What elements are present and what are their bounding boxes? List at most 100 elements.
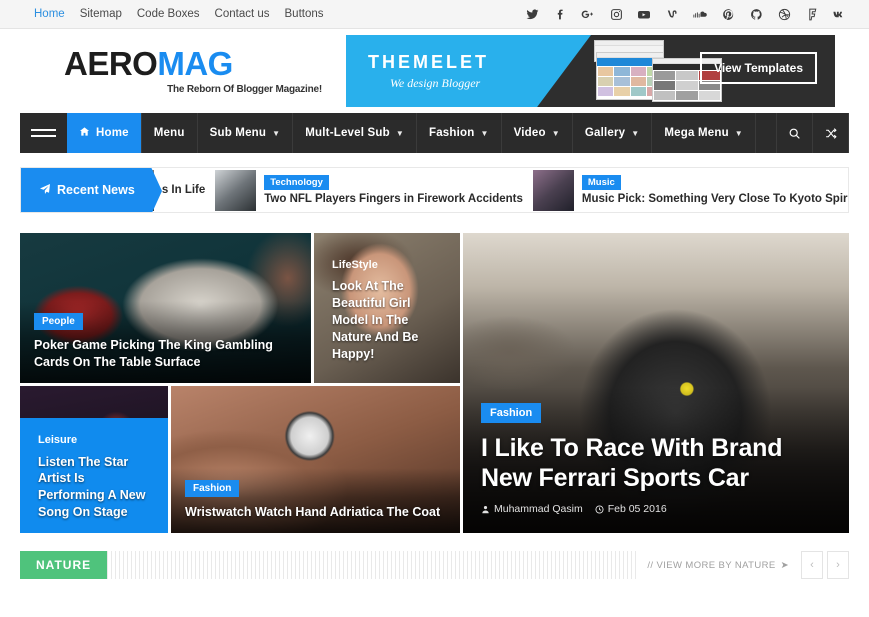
home-icon (79, 126, 90, 140)
nav-item-label: Gallery (584, 127, 626, 139)
vine-icon[interactable] (665, 7, 679, 21)
hamburger-icon[interactable] (20, 113, 67, 153)
logo-primary: AERO (64, 45, 158, 82)
post-title: I Like To Race With Brand New Ferrari Sp… (481, 434, 783, 492)
post-author: Muhammad Qasim (481, 503, 583, 515)
logo[interactable]: AEROMAG The Reborn Of Blogger Magazine! (34, 47, 324, 95)
search-icon[interactable] (777, 113, 813, 153)
nav-item-label: Video (513, 127, 546, 139)
dribbble-icon[interactable] (777, 7, 791, 21)
nav-item-label: Mult-Level Sub (305, 127, 390, 139)
section-header-nature: NATURE // VIEW MORE BY NATURE ➤ ‹ › (20, 551, 849, 579)
ticker-item[interactable]: Music Music Pick: Something Very Close T… (532, 168, 848, 212)
nav-item-label: Menu (153, 127, 185, 139)
chevron-down-icon: ▼ (734, 128, 743, 138)
ticker-label: Recent News (21, 168, 162, 212)
foursquare-icon[interactable] (805, 7, 819, 21)
youtube-icon[interactable] (637, 7, 651, 21)
post-category-badge: Leisure (38, 433, 78, 446)
nav-item-video[interactable]: Video ▼ (502, 113, 573, 153)
topnav-link-buttons[interactable]: Buttons (285, 8, 324, 20)
user-icon (482, 505, 489, 513)
logo-tagline: The Reborn Of Blogger Magazine! (167, 84, 322, 95)
facebook-icon[interactable] (553, 7, 567, 21)
nav-item-menu[interactable]: Menu (142, 113, 198, 153)
section-divider (107, 551, 640, 579)
paper-plane-icon (39, 183, 51, 198)
nav-item-label: Fashion (428, 127, 475, 139)
ticker-item-title: s In Life (161, 184, 206, 196)
section-badge: NATURE (20, 551, 108, 579)
nav-item-home[interactable]: Home (67, 113, 142, 153)
vk-icon[interactable] (833, 7, 847, 21)
nav-item-sub-menu[interactable]: Sub Menu ▼ (198, 113, 294, 153)
ticker-item-title: Two NFL Players Fingers in Firework Acci… (264, 193, 523, 205)
ticker-item-category: Technology (264, 175, 329, 190)
featured-posts-grid: People Poker Game Picking The King Gambl… (20, 233, 849, 533)
nav-item-label: Sub Menu (209, 127, 267, 139)
featured-left-column: People Poker Game Picking The King Gambl… (20, 233, 460, 533)
ticker-item[interactable]: Technology Two NFL Players Fingers in Fi… (215, 168, 523, 212)
view-templates-button[interactable]: View Templates (700, 52, 817, 84)
post-author-name: Muhammad Qasim (494, 503, 583, 515)
site-header: AEROMAG The Reborn Of Blogger Magazine! … (0, 29, 869, 113)
view-more-label: // VIEW MORE BY NATURE (647, 559, 776, 571)
chevron-down-icon: ▼ (631, 128, 640, 138)
nav-item-label: Home (96, 127, 129, 139)
carousel-next-button[interactable]: › (827, 551, 849, 579)
featured-top-row: People Poker Game Picking The King Gambl… (20, 233, 460, 383)
nav-item-mega-menu[interactable]: Mega Menu ▼ (652, 113, 756, 153)
chevron-down-icon: ▼ (551, 128, 560, 138)
top-bar: Home Sitemap Code Boxes Contact us Butto… (0, 0, 869, 29)
clock-icon (595, 504, 604, 514)
topnav-link-code-boxes[interactable]: Code Boxes (137, 8, 200, 20)
news-ticker: Recent News s In Life Technology Two NFL… (20, 167, 849, 213)
post-date: Feb 05 2016 (595, 503, 667, 515)
banner-title: THEMELET (368, 51, 489, 72)
post-category-badge: People (34, 313, 83, 331)
nav-item-fashion[interactable]: Fashion ▼ (417, 113, 502, 153)
post-date-text: Feb 05 2016 (607, 503, 667, 515)
banner-ad[interactable]: THEMELET We design Blogger View Template… (346, 35, 835, 107)
post-title: Wristwatch Watch Hand Adriatica The Coat (185, 505, 441, 520)
github-icon[interactable] (749, 7, 763, 21)
post-meta: Muhammad Qasim Feb 05 2016 (481, 503, 831, 515)
banner-text: THEMELET We design Blogger (346, 52, 576, 91)
ticker-thumbnail (532, 169, 574, 211)
pinterest-icon[interactable] (721, 7, 735, 21)
featured-bottom-row: Leisure Listen The Star Artist Is Perfor… (20, 386, 460, 533)
topnav-link-contact-us[interactable]: Contact us (215, 8, 270, 20)
featured-card-lifestyle[interactable]: LifeStyle Look At The Beautiful Girl Mod… (314, 233, 460, 383)
featured-card-main[interactable]: Fashion I Like To Race With Brand New Fe… (463, 233, 849, 533)
nav-item-gallery[interactable]: Gallery ▼ (573, 113, 653, 153)
chevron-down-icon: ▼ (395, 128, 404, 138)
featured-card-poker[interactable]: People Poker Game Picking The King Gambl… (20, 233, 311, 383)
nav-item-label: Mega Menu (664, 127, 729, 139)
view-more-link[interactable]: // VIEW MORE BY NATURE ➤ (639, 551, 797, 579)
featured-card-watch[interactable]: Fashion Wristwatch Watch Hand Adriatica … (171, 386, 460, 533)
topnav-link-home[interactable]: Home (34, 8, 65, 20)
ticker-label-text: Recent News (57, 183, 135, 197)
post-title: Poker Game Picking The King Gambling Car… (34, 338, 273, 370)
post-title: Listen The Star Artist Is Performing A N… (38, 454, 146, 520)
carousel-prev-button[interactable]: ‹ (801, 551, 823, 579)
nav-item-mult-level-sub[interactable]: Mult-Level Sub ▼ (293, 113, 417, 153)
post-category-badge: LifeStyle (332, 259, 378, 271)
shuffle-icon[interactable] (813, 113, 849, 153)
chevron-down-icon: ▼ (272, 128, 281, 138)
google-plus-icon[interactable] (581, 7, 595, 21)
post-title: Look At The Beautiful Girl Model In The … (332, 279, 419, 361)
top-navigation: Home Sitemap Code Boxes Contact us Butto… (34, 8, 324, 20)
nav-spacer (756, 113, 777, 153)
instagram-icon[interactable] (609, 7, 623, 21)
twitter-icon[interactable] (525, 7, 539, 21)
banner-subtitle: We design Blogger (390, 75, 481, 90)
topnav-link-sitemap[interactable]: Sitemap (80, 8, 122, 20)
post-category-badge: Fashion (185, 480, 240, 498)
ticker-track: s In Life Technology Two NFL Players Fin… (112, 168, 848, 212)
main-navigation: Home Menu Sub Menu ▼ Mult-Level Sub ▼ Fa… (20, 113, 849, 153)
social-links (525, 7, 847, 21)
logo-accent: MAG (157, 45, 233, 82)
soundcloud-icon[interactable] (693, 7, 707, 21)
featured-card-leisure[interactable]: Leisure Listen The Star Artist Is Perfor… (20, 386, 168, 533)
